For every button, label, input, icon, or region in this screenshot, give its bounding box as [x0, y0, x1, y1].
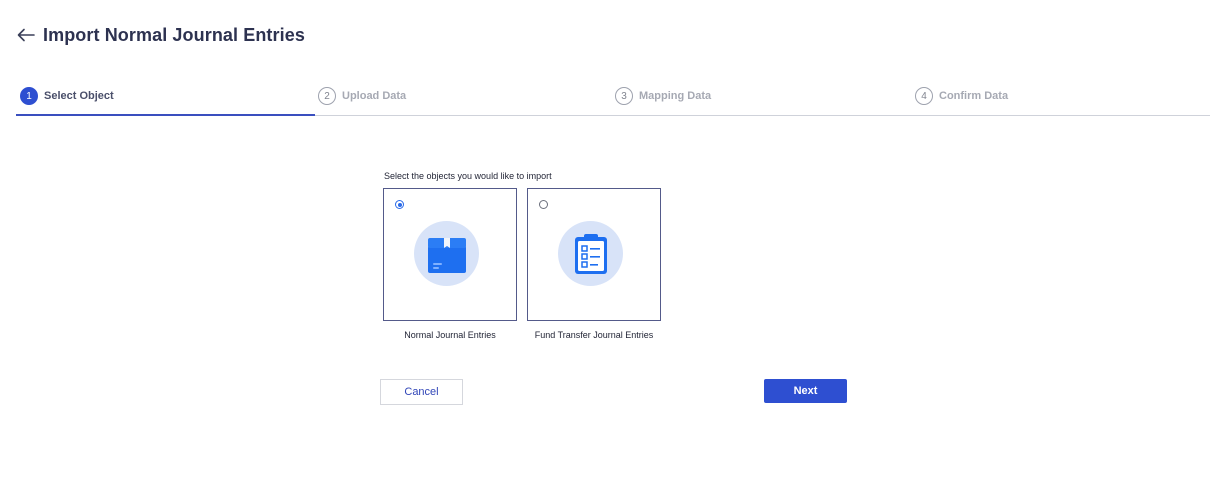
arrow-left-icon — [17, 28, 35, 42]
option-label: Normal Journal Entries — [404, 330, 496, 340]
clipboard-checklist-icon — [574, 233, 607, 274]
import-stepper: 1 Select Object 2 Upload Data 3 Mapping … — [16, 82, 1210, 116]
cancel-button[interactable]: Cancel — [380, 379, 463, 405]
next-button[interactable]: Next — [764, 379, 847, 403]
step-number: 4 — [915, 87, 933, 105]
radio-button-selected[interactable] — [395, 200, 404, 209]
step-label: Select Object — [44, 90, 114, 102]
step-number: 2 — [318, 87, 336, 105]
active-step-indicator — [16, 114, 315, 116]
step-label: Confirm Data — [939, 90, 1009, 102]
step-number: 1 — [20, 87, 38, 105]
box-icon — [427, 237, 466, 273]
step-label: Upload Data — [342, 90, 407, 102]
radio-button-unselected[interactable] — [539, 200, 548, 209]
icon-background — [558, 221, 623, 286]
option-card-normal-journal[interactable] — [383, 188, 517, 321]
selection-prompt: Select the objects you would like to imp… — [384, 171, 552, 181]
icon-background — [414, 221, 479, 286]
step-select-object[interactable]: 1 Select Object — [20, 86, 114, 106]
step-label: Mapping Data — [639, 90, 712, 102]
step-number: 3 — [615, 87, 633, 105]
page-title: Import Normal Journal Entries — [43, 24, 305, 45]
back-button[interactable] — [16, 25, 36, 45]
option-card-fund-transfer[interactable] — [527, 188, 661, 321]
step-confirm-data[interactable]: 4 Confirm Data — [915, 86, 1008, 106]
step-upload-data[interactable]: 2 Upload Data — [318, 86, 406, 106]
step-mapping-data[interactable]: 3 Mapping Data — [615, 86, 711, 106]
page-header: Import Normal Journal Entries — [16, 22, 305, 48]
option-label: Fund Transfer Journal Entries — [534, 330, 654, 340]
